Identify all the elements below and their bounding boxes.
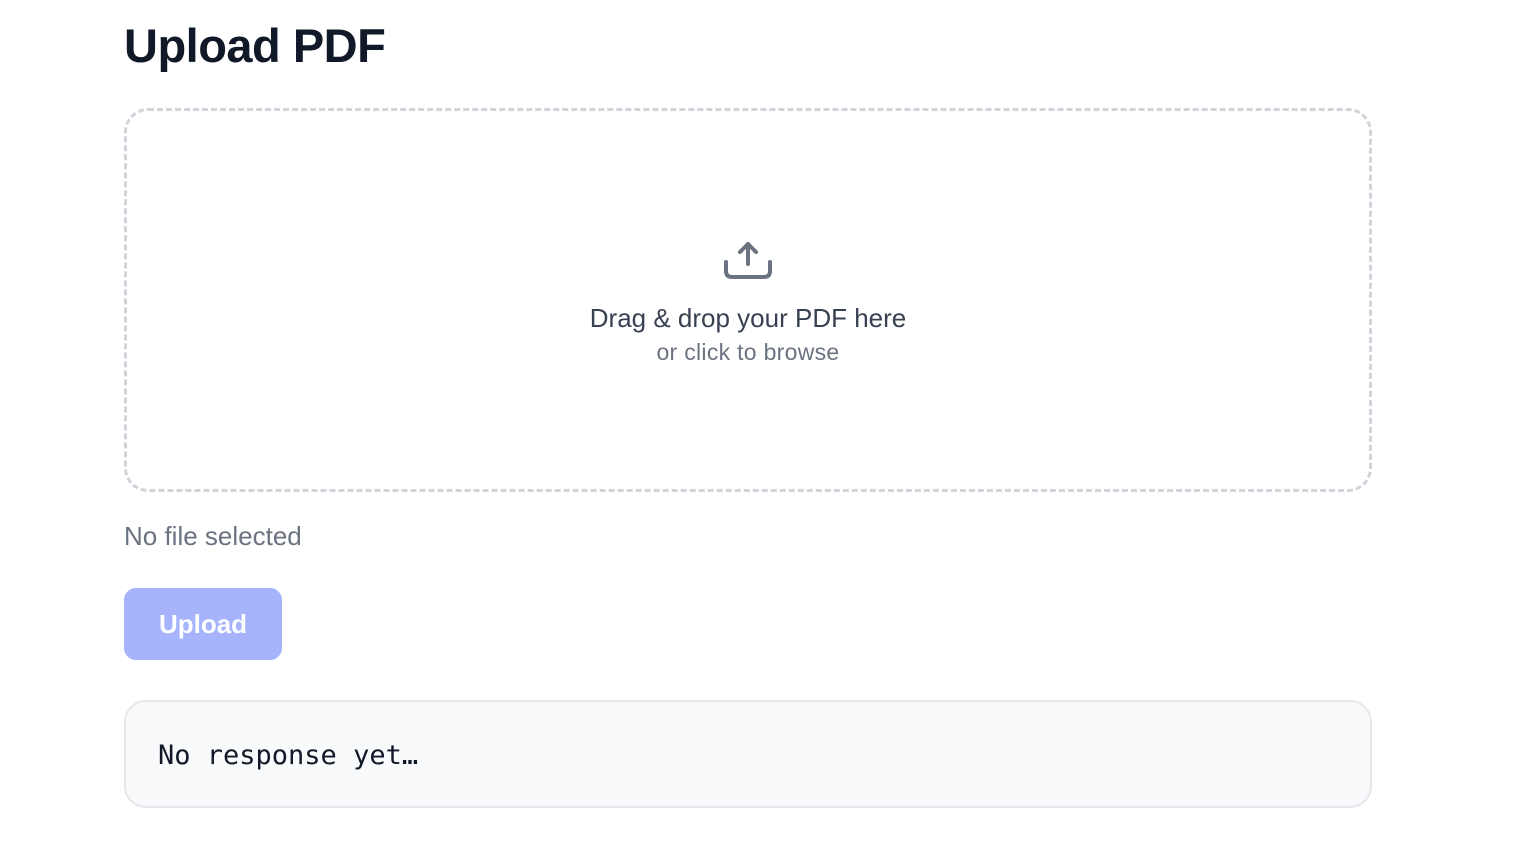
dropzone-content: Drag & drop your PDF here or click to br… xyxy=(127,241,1369,366)
file-status-text: No file selected xyxy=(124,521,302,551)
upload-button[interactable]: Upload xyxy=(124,588,282,660)
dropzone-secondary-text: or click to browse xyxy=(656,339,840,365)
response-output-box: No response yet… xyxy=(124,700,1372,808)
response-text: No response yet… xyxy=(158,740,419,771)
upload-tray-icon xyxy=(723,241,773,281)
dropzone-primary-text: Drag & drop your PDF here xyxy=(589,303,907,333)
pdf-dropzone[interactable]: Drag & drop your PDF here or click to br… xyxy=(124,108,1372,492)
page-title: Upload PDF xyxy=(124,19,386,72)
